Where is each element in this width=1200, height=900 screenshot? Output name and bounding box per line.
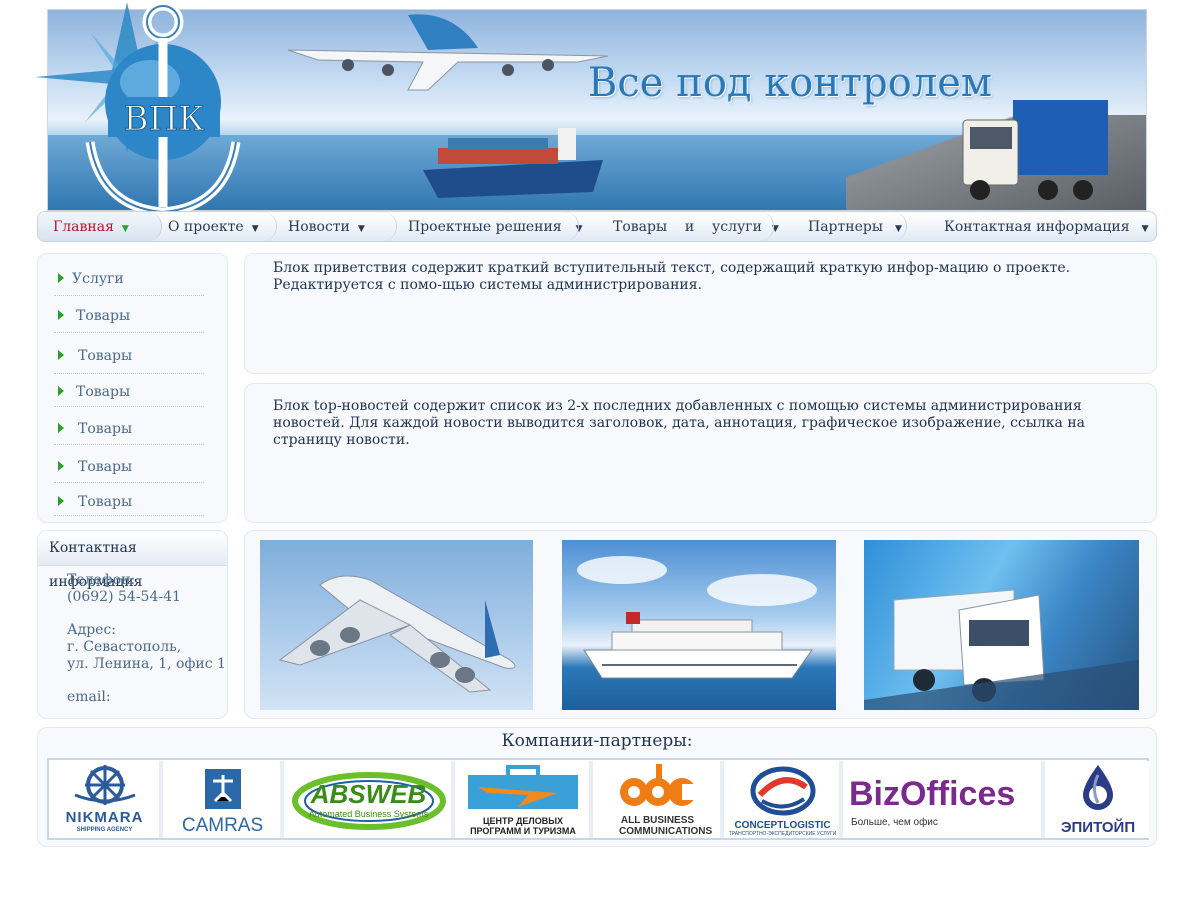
truck-icon <box>864 589 1139 710</box>
airplane-icon <box>278 575 516 693</box>
sidebar-item-label: Товары <box>76 384 131 400</box>
nav-item-partners[interactable]: Партнеры ▼ <box>808 212 902 241</box>
contact-block-title: Контактная информация <box>38 531 227 590</box>
sidebar-item-label: Товары <box>78 494 133 510</box>
truck-photo[interactable] <box>864 540 1139 710</box>
bullet-arrow-icon <box>58 496 64 506</box>
nav-item-label: О проекте <box>168 219 244 235</box>
nav-item-label: Новости <box>288 219 350 235</box>
address-city: г. Севастополь, <box>67 639 182 655</box>
photo-gallery <box>244 530 1157 719</box>
bullet-arrow-icon <box>58 423 64 433</box>
partner-logo-nikmara[interactable]: NIKMARA SHIPPING AGENCY <box>50 761 163 838</box>
welcome-block: Блок приветствия содержит краткий вступи… <box>244 253 1157 374</box>
sidebar-item-goods[interactable]: Товары <box>54 377 204 407</box>
bullet-arrow-icon <box>58 461 64 471</box>
nav-item-label: Проектные решения <box>408 219 562 235</box>
nav-item-news[interactable]: Новости ▼ <box>288 212 365 241</box>
anchor-logo-icon[interactable]: ВПК <box>30 2 245 222</box>
sidebar-item-services[interactable]: Услуги <box>54 262 204 296</box>
nav-item-goods-services[interactable]: Товары и услуги ▼ <box>613 212 779 241</box>
phone-value: (0692) 54-54-41 <box>67 589 181 605</box>
nav-divider <box>263 212 277 241</box>
sidebar-item-goods[interactable]: Товары <box>54 488 204 516</box>
nav-item-label: Товары и услуги <box>613 219 762 235</box>
address-street: ул. Ленина, 1, офис 15 <box>67 656 228 672</box>
partners-title: Компании-партнеры: <box>501 731 693 751</box>
chevron-down-icon: ▼ <box>251 224 259 234</box>
bullet-arrow-icon <box>58 386 64 396</box>
partner-logo-cdpt[interactable]: ЦЕНТР ДЕЛОВЫХ ПРОГРАММ И ТУРИЗМА <box>457 761 593 838</box>
partner-logo-text: CONCEPTLOGISTIC <box>734 820 831 831</box>
sidebar-item-goods[interactable]: Товары <box>54 413 204 445</box>
sidebar-menu: Услуги Товары Товары Товары Товары Товар… <box>37 253 228 523</box>
banner-truck-icon <box>962 100 1108 200</box>
partner-logo-subtext: Больше, чем офис <box>851 817 938 828</box>
sidebar-item-label: Товары <box>78 459 133 475</box>
partner-logo-abc[interactable]: ALL BUSINESS COMMUNICATIONS <box>595 761 724 838</box>
sidebar-item-goods[interactable]: Товары <box>54 451 204 483</box>
banner-ship-icon <box>423 128 603 198</box>
nav-divider <box>383 212 397 241</box>
top-news-block: Блок top-новостей содержит список из 2-х… <box>244 383 1157 523</box>
sidebar-item-goods[interactable]: Товары <box>54 338 204 374</box>
main-nav: Главная ▼ О проекте ▼ Новости ▼ Проектные р… <box>37 211 1157 242</box>
partners-strip: NIKMARA SHIPPING AGENCY CAMRAS ABSWEB Au… <box>47 758 1149 840</box>
email-label: email: <box>67 689 111 705</box>
banner-slogan: Все под контролем <box>588 60 993 106</box>
partner-logo-concept[interactable]: CONCEPTLOGISTIC ТРАНСПОРТНО-ЭКСПЕДИТОРСК… <box>726 761 843 838</box>
sidebar-item-label: Товары <box>78 348 133 364</box>
chevron-down-icon: ▼ <box>121 224 129 234</box>
bullet-arrow-icon <box>58 350 64 360</box>
nav-item-about[interactable]: О проекте ▼ <box>168 212 259 241</box>
sidebar-item-label: Товары <box>76 308 131 324</box>
partner-logo-subtext: Automated Business Systems <box>308 809 429 819</box>
nav-divider <box>893 212 907 241</box>
concept-swirl-icon <box>750 766 815 816</box>
chevron-down-icon: ▼ <box>357 224 365 234</box>
camras-emblem-icon <box>204 769 241 809</box>
partner-logo-text: BizOffices <box>849 775 1016 813</box>
top-news-text: Блок top-новостей содержит список из 2-х… <box>273 398 1086 448</box>
banner-plane-icon <box>287 14 609 91</box>
contact-block: Контактная информация Телефон: (0692) 54… <box>37 530 228 719</box>
cruise-ship-photo[interactable] <box>562 540 836 710</box>
nav-item-contacts[interactable]: Контактная информация ▼ <box>944 212 1148 241</box>
epitoip-drop-icon <box>1083 765 1113 810</box>
airplane-photo[interactable] <box>260 540 533 710</box>
nav-item-home[interactable]: Главная ▼ <box>38 212 162 241</box>
bullet-arrow-icon <box>58 273 64 283</box>
partner-logo-subtext: SHIPPING AGENCY <box>76 827 133 833</box>
partner-logo-absweb[interactable]: ABSWEB Automated Business Systems <box>286 761 455 838</box>
nav-item-label: Главная <box>53 219 114 235</box>
cruise-ship-icon <box>577 556 817 679</box>
partner-logo-subtext: ТРАНСПОРТНО-ЭКСПЕДИТОРСКИЕ УСЛУГИ <box>728 831 837 837</box>
partner-logo-text: ALL BUSINESS COMMUNICATIONS <box>619 815 713 837</box>
nav-item-label: Партнеры <box>808 219 883 235</box>
welcome-text: Блок приветствия содержит краткий вступи… <box>273 260 1071 293</box>
logo-text: ВПК <box>124 99 205 139</box>
partner-logo-bizoffices[interactable]: BizOffices Больше, чем офис <box>845 761 1045 838</box>
address-label: Адрес: <box>67 622 117 638</box>
ship-wheel-icon <box>73 765 136 805</box>
sidebar-item-label: Услуги <box>72 271 124 287</box>
partner-logo-text: CAMRAS <box>181 815 264 836</box>
nav-item-solutions[interactable]: Проектные решения ▼ <box>408 212 583 241</box>
partner-logo-epitoip[interactable]: ЭПИТОЙП <box>1047 761 1149 838</box>
partner-logo-camras[interactable]: CAMRAS <box>165 761 284 838</box>
partner-logo-text: ЦЕНТР ДЕЛОВЫХ ПРОГРАММ И ТУРИЗМА <box>470 816 576 836</box>
nav-item-label: Контактная информация <box>944 219 1130 235</box>
phone-label: Телефон: <box>67 572 136 588</box>
partner-logo-text: ABSWEB <box>310 779 427 809</box>
partner-logo-text: ЭПИТОЙП <box>1060 819 1136 836</box>
suitcase-plane-icon <box>468 765 578 809</box>
partners-block: Компании-партнеры: NIKMARA SHIPPING AGEN… <box>37 727 1157 847</box>
sidebar-item-label: Товары <box>78 421 133 437</box>
sidebar-item-goods[interactable]: Товары <box>54 299 204 333</box>
chevron-down-icon: ▼ <box>1141 224 1149 234</box>
partner-logo-text: NIKMARA <box>65 809 144 826</box>
bullet-arrow-icon <box>58 310 64 320</box>
abc-letters-icon <box>619 764 696 806</box>
contact-block-body: Телефон: (0692) 54-54-41 Адрес: г. Севас… <box>38 566 227 706</box>
